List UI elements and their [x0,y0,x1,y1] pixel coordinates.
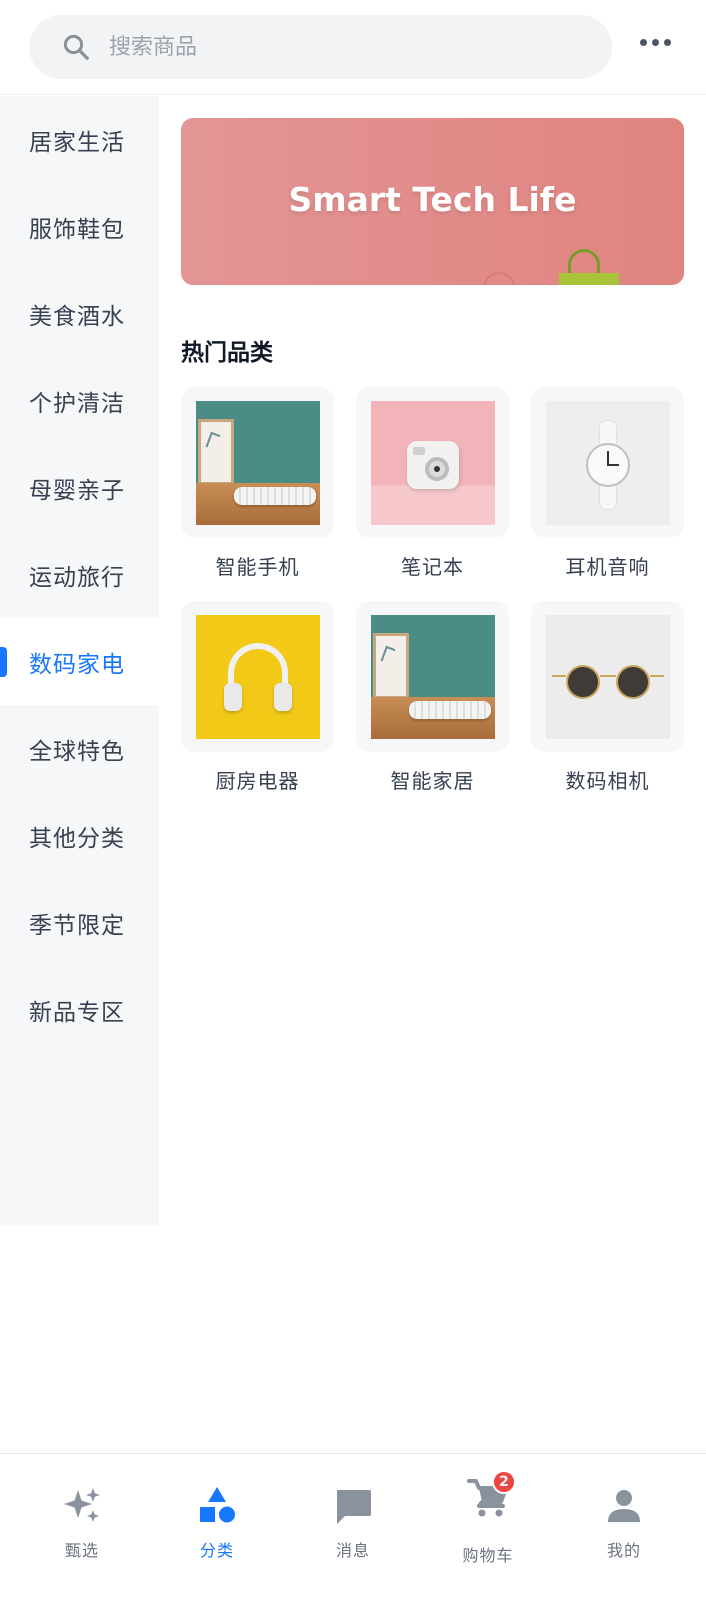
cart-count-badge: 2 [492,1470,516,1494]
headphones-image [195,614,320,739]
watch-image [545,400,670,525]
sidebar-item-apparel[interactable]: 服饰鞋包 [0,183,159,270]
sidebar-item-seasonal[interactable]: 季节限定 [0,879,159,966]
section-title: 热门品类 [181,340,273,366]
chat-icon [337,1490,371,1524]
sidebar-item-sports-travel[interactable]: 运动旅行 [0,531,159,618]
category-card[interactable] [181,387,334,538]
category-card[interactable] [356,387,509,538]
tab-cart[interactable]: 购物车 [423,1454,553,1574]
ring-decoration-icon [483,272,515,285]
category-item[interactable]: 厨房电器 [181,601,334,794]
category-label: 笔记本 [401,555,464,579]
search-input[interactable] [109,34,529,60]
shapes-icon [200,1487,235,1523]
category-label: 智能家居 [390,769,475,793]
tab-label: 甄选 [64,1541,99,1560]
category-label: 厨房电器 [215,769,300,793]
sidebar-item-other[interactable]: 其他分类 [0,792,159,879]
promo-banner[interactable]: Smart Tech Life [181,118,684,285]
category-card[interactable] [531,601,684,752]
speaker-image [370,614,495,739]
sidebar-item-home-living[interactable]: 居家生活 [0,96,159,183]
category-card[interactable] [181,601,334,752]
category-sidebar: 居家生活 服饰鞋包 美食酒水 个护清洁 母婴亲子 运动旅行 数码家电 全球特色 … [0,96,159,1226]
tab-label: 消息 [335,1541,370,1560]
search-icon [63,34,89,60]
sidebar-item-baby-kids[interactable]: 母婴亲子 [0,444,159,531]
sidebar-item-new-arrivals[interactable]: 新品专区 [0,966,159,1053]
more-dot-icon [639,38,647,46]
header [0,0,706,95]
category-item[interactable]: 数码相机 [531,601,684,794]
category-label: 数码相机 [565,769,650,793]
camera-image [370,400,495,525]
sparkle-icon [64,1488,100,1522]
category-item[interactable]: 笔记本 [356,387,509,580]
category-label: 智能手机 [215,555,300,579]
tab-messages[interactable]: 消息 [288,1454,418,1574]
search-bar[interactable] [29,15,612,79]
category-item[interactable]: 智能家居 [356,601,509,794]
category-label: 耳机音响 [565,555,650,579]
category-item[interactable]: 智能手机 [181,387,334,580]
category-item[interactable]: 耳机音响 [531,387,684,580]
sunglasses-image [545,614,670,739]
tab-profile[interactable]: 我的 [559,1454,689,1574]
sidebar-item-global[interactable]: 全球特色 [0,705,159,792]
tab-label: 购物车 [462,1546,514,1565]
speaker-image [195,400,320,525]
more-dot-icon [663,38,671,46]
sidebar-item-food-drinks[interactable]: 美食酒水 [0,270,159,357]
category-grid: 智能手机 笔记本 耳机音响 厨房电器 智能家居 数码相机 [181,387,684,794]
tab-label: 分类 [199,1541,234,1560]
sidebar-item-personal-care[interactable]: 个护清洁 [0,357,159,444]
category-card[interactable] [356,601,509,752]
sidebar-item-digital-appliances[interactable]: 数码家电 [0,618,159,705]
tab-label: 我的 [606,1541,641,1560]
user-icon [608,1490,640,1522]
more-menu-button[interactable] [633,26,677,58]
category-card[interactable] [531,387,684,538]
more-dot-icon [651,38,659,46]
bottom-tab-bar: 甄选 分类 消息 购物车 我的 [0,1453,706,1600]
tab-featured[interactable]: 甄选 [17,1454,147,1574]
tab-categories[interactable]: 分类 [152,1454,282,1574]
banner-title: Smart Tech Life [288,180,577,219]
